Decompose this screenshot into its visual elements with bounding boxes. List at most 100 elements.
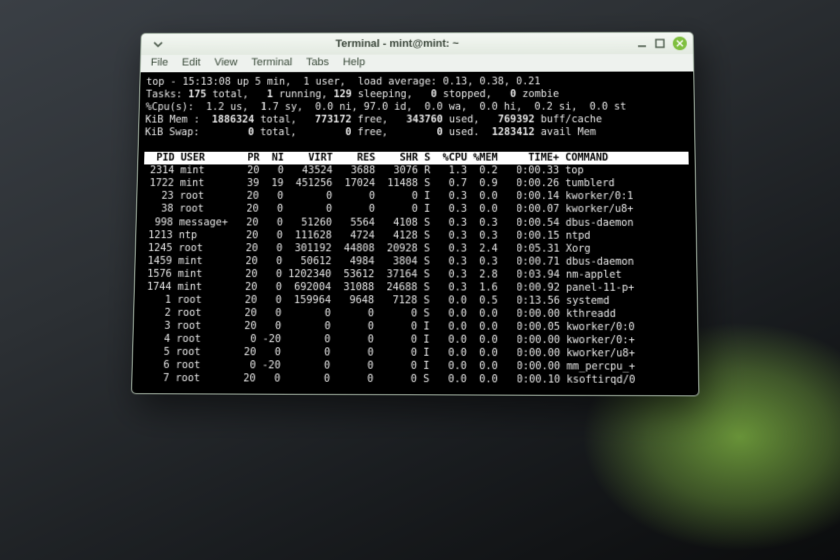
cell-ni: 0: [256, 372, 281, 385]
cell-user: mint: [174, 165, 235, 178]
cell-pid: 6: [139, 359, 170, 372]
cell-shr: 0: [373, 360, 417, 373]
cell-shr: 0: [375, 190, 418, 203]
menu-edit[interactable]: Edit: [182, 57, 201, 69]
cell-time: 0:00.07: [498, 203, 560, 216]
cell-res: 3688: [332, 165, 375, 178]
table-row: 998message+2005126055644108S0.30.30:00.5…: [142, 216, 689, 229]
cell-res: 0: [332, 190, 375, 203]
cell-time: 0:00.92: [498, 281, 560, 294]
cell-pr: 20: [233, 242, 258, 255]
cell-time: 0:00.26: [498, 178, 560, 191]
cell-s: S: [417, 373, 436, 386]
cell-virt: 111628: [283, 229, 332, 242]
cell-pid: 1744: [141, 281, 172, 294]
menu-view[interactable]: View: [214, 57, 237, 69]
cell-mem: 0.0: [467, 320, 498, 333]
close-icon[interactable]: [673, 37, 687, 51]
cell-cmd: ksoftirqd/0: [560, 374, 635, 388]
cell-ni: 0: [258, 242, 283, 255]
cell-cmd: panel-11-p+: [560, 281, 635, 294]
table-row: 23root200000I0.30.00:00.14kworker/0:1: [143, 190, 689, 203]
cell-ni: 0: [256, 346, 281, 359]
cell-cmd: mm_percpu_+: [560, 360, 635, 374]
cell-shr: 0: [374, 320, 417, 333]
cell-cpu: 0.7: [436, 178, 467, 191]
titlebar[interactable]: Terminal - mint@mint: ~: [141, 33, 693, 55]
table-row: 1576mint20012023405361237164S0.32.80:03.…: [141, 268, 690, 282]
cell-virt: 1202340: [282, 268, 331, 281]
cell-ni: 0: [256, 320, 281, 333]
cell-pid: 1245: [142, 242, 173, 255]
cell-pr: 20: [231, 372, 256, 385]
cell-virt: 0: [281, 320, 331, 333]
cell-mem: 0.0: [467, 334, 498, 347]
cell-cmd: kworker/0:+: [560, 334, 635, 347]
menu-file[interactable]: File: [151, 57, 169, 69]
cell-s: I: [417, 360, 436, 373]
cell-res: 4724: [332, 229, 375, 242]
cell-mem: 2.4: [467, 242, 498, 255]
cell-pid: 5: [139, 346, 170, 359]
cell-mem: 2.8: [467, 268, 498, 281]
cell-shr: 0: [374, 346, 417, 359]
tasks-line: Tasks: 175 total, 1 running, 129 sleepin…: [146, 88, 688, 101]
cell-res: 9648: [331, 294, 374, 307]
maximize-icon[interactable]: [653, 37, 667, 51]
cell-time: 0:00.00: [498, 307, 560, 320]
cell-cpu: 0.0: [436, 360, 467, 373]
terminal-body[interactable]: top - 15:13:08 up 5 min, 1 user, load av…: [132, 71, 698, 395]
cell-pid: 1722: [143, 178, 174, 191]
cell-res: 17024: [332, 178, 375, 191]
cell-ni: 0: [259, 190, 284, 203]
cell-user: root: [173, 190, 234, 203]
cell-mem: 0.3: [467, 229, 498, 242]
cell-pr: 20: [235, 165, 260, 178]
cell-pid: 38: [143, 203, 174, 216]
cell-s: I: [418, 190, 436, 203]
cell-shr: 0: [375, 203, 418, 216]
cell-ni: 0: [257, 294, 282, 307]
cell-mem: 0.0: [467, 347, 498, 360]
cell-virt: 692004: [282, 281, 331, 294]
cell-s: S: [417, 307, 436, 320]
cell-res: 0: [331, 307, 374, 320]
cell-pid: 1: [140, 294, 171, 307]
swap-line: KiB Swap: 0 total, 0 free, 0 used. 12834…: [145, 126, 689, 139]
cell-pid: 4: [139, 333, 170, 346]
cell-pid: 1576: [141, 268, 172, 281]
cell-s: S: [418, 255, 437, 268]
cell-shr: 3076: [375, 165, 418, 178]
cell-shr: 4108: [375, 216, 418, 229]
cell-virt: 301192: [282, 242, 331, 255]
cell-cmd: ntpd: [559, 229, 590, 242]
cell-user: root: [171, 294, 233, 307]
cell-cpu: 0.3: [436, 229, 467, 242]
cell-shr: 0: [374, 333, 417, 346]
window-menu-icon[interactable]: [151, 38, 165, 51]
cell-user: root: [170, 346, 232, 359]
cell-time: 0:13.56: [498, 294, 560, 307]
top-summary-line: top - 15:13:08 up 5 min, 1 user, load av…: [146, 75, 687, 88]
cell-shr: 24688: [374, 281, 417, 294]
cell-time: 0:00.10: [498, 373, 560, 386]
cell-shr: 11488: [375, 178, 418, 191]
cell-res: 0: [330, 373, 374, 386]
cell-user: mint: [174, 178, 235, 191]
table-row: 2314mint2004352436883076R1.30.20:00.33to…: [144, 165, 689, 178]
cell-s: S: [417, 281, 436, 294]
mem-line: KiB Mem : 1886324 total, 773172 free, 34…: [145, 114, 688, 127]
minimize-icon[interactable]: [635, 37, 649, 51]
cell-pid: 23: [143, 190, 174, 203]
cell-ni: 0: [258, 255, 283, 268]
table-row: 1744mint2006920043108824688S0.31.60:00.9…: [141, 281, 691, 295]
cell-user: root: [169, 359, 231, 372]
menu-terminal[interactable]: Terminal: [251, 57, 292, 69]
cell-ni: 0: [257, 307, 282, 320]
cell-time: 0:05.31: [498, 242, 560, 255]
menu-tabs[interactable]: Tabs: [306, 57, 329, 69]
cell-time: 0:00.00: [498, 347, 560, 360]
cell-pr: 20: [234, 190, 259, 203]
menu-help[interactable]: Help: [343, 57, 365, 69]
cell-ni: 0: [257, 268, 282, 281]
